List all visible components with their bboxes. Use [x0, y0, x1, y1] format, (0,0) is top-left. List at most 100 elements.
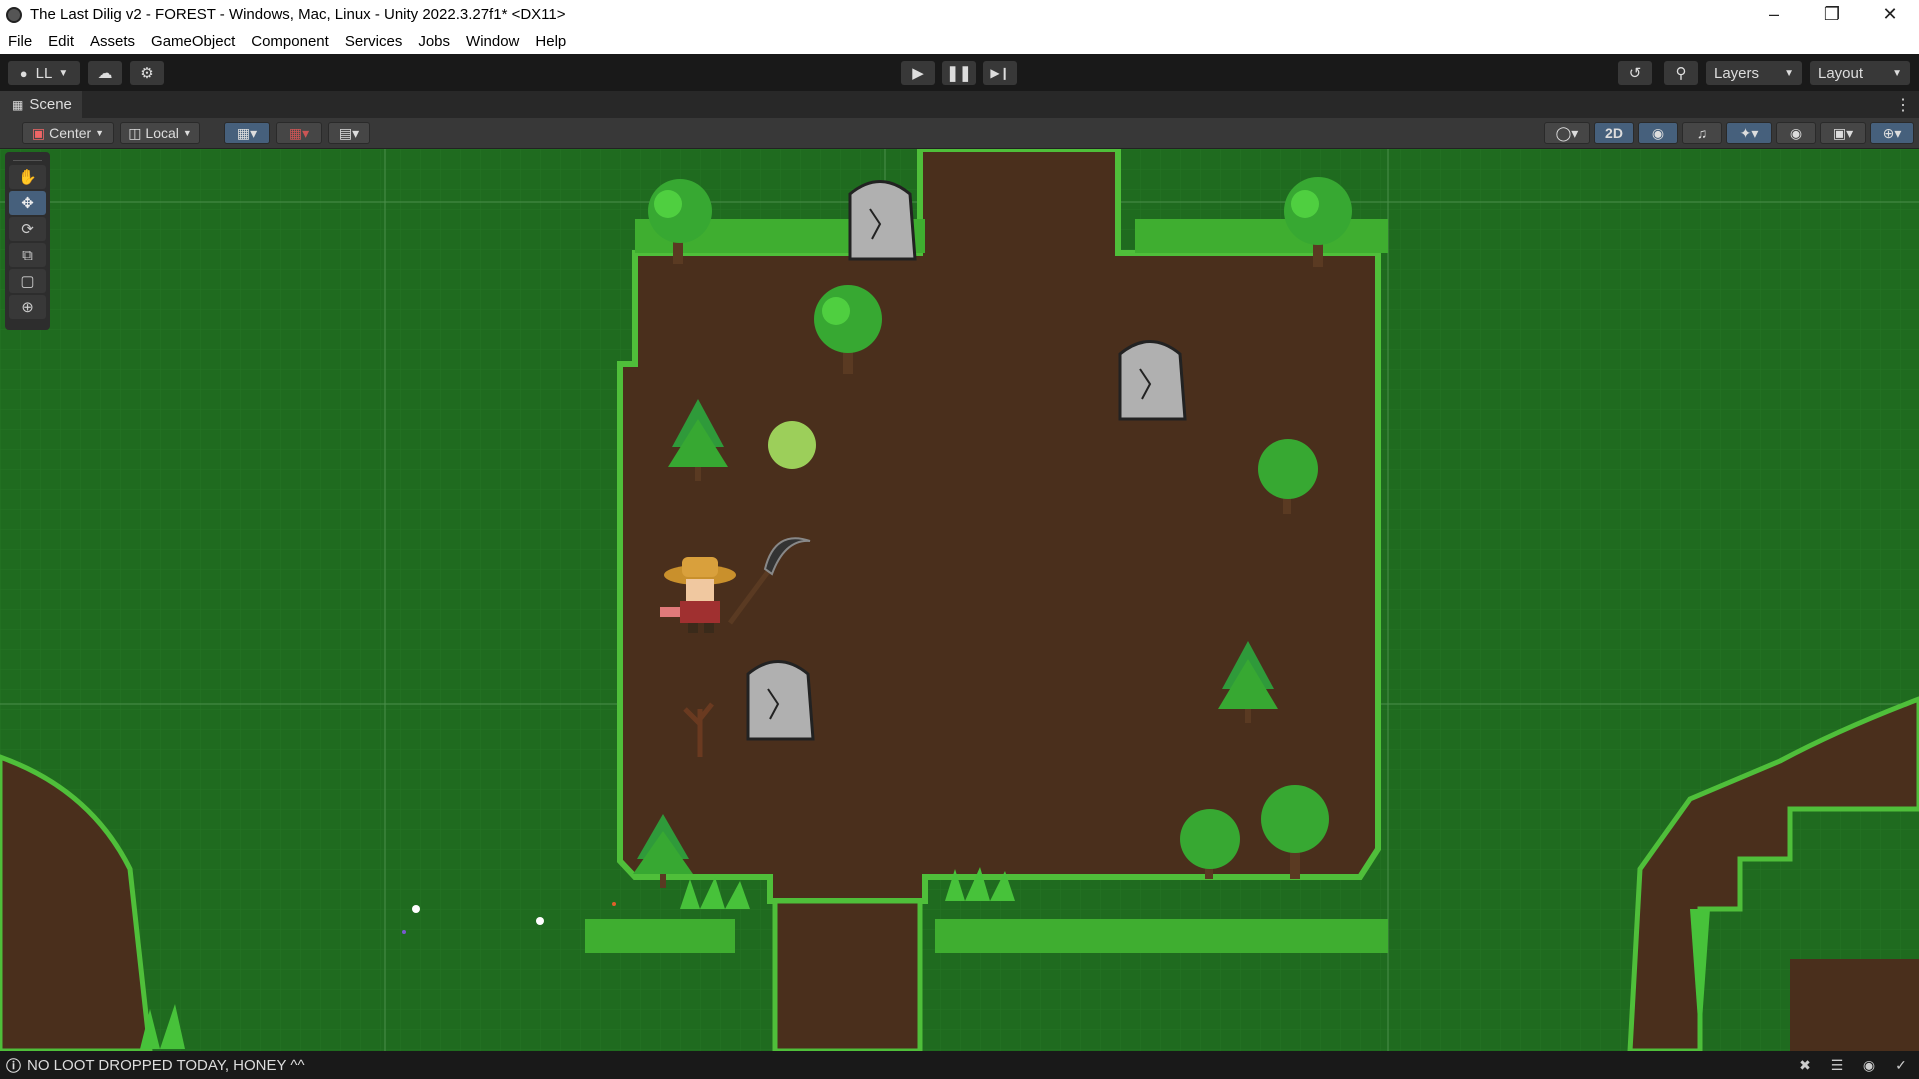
chevron-down-icon: ▼: [182, 128, 192, 138]
incremental-snap-toggle[interactable]: ▦▾: [276, 122, 322, 144]
chevron-down-icon: ▼: [95, 128, 105, 138]
light-bulb-icon: ◉: [1651, 124, 1665, 141]
chevron-down-icon: ▼: [1892, 67, 1902, 79]
play-icon: ▶: [912, 65, 924, 82]
minimize-icon[interactable]: –: [1745, 0, 1803, 29]
pivot-dropdown[interactable]: ▣ Center ▼: [22, 122, 114, 144]
menu-help[interactable]: Help: [527, 33, 574, 50]
scene-canvas: [0, 149, 1919, 1051]
small-sprite: [536, 917, 544, 925]
settings-button[interactable]: ⚙: [130, 61, 164, 85]
small-sprite: [612, 902, 616, 906]
info-icon: ⓘ: [6, 1057, 22, 1075]
scale-tool-icon: ⧉: [22, 246, 33, 264]
pivot-icon: ▣: [31, 124, 46, 141]
rect-tool[interactable]: ▢: [9, 269, 46, 293]
account-label: LL: [35, 64, 53, 82]
mode-2d-toggle[interactable]: 2D: [1594, 122, 1634, 144]
gizmos-icon: ⊕▾: [1882, 124, 1902, 141]
menu-gameobject[interactable]: GameObject: [143, 33, 243, 50]
grid-visibility-icon: ▤▾: [338, 124, 360, 141]
local-space-icon: ◫: [128, 124, 142, 141]
snap-grid-icon: ▦▾: [236, 124, 258, 141]
cloud-button[interactable]: ☁: [88, 61, 122, 85]
history-button[interactable]: ↺: [1618, 61, 1652, 85]
gizmos-dropdown[interactable]: ⊕▾: [1870, 122, 1914, 144]
window-titlebar: The Last Dilig v2 - FOREST - Windows, Ma…: [0, 0, 1919, 29]
grid-snapping-toggle[interactable]: ▦▾: [224, 122, 270, 144]
status-message[interactable]: NO LOOT DROPPED TODAY, HONEY ^^: [27, 1057, 305, 1074]
gravestone: [1118, 340, 1187, 421]
camera-dropdown[interactable]: ▣▾: [1820, 122, 1866, 144]
rotate-tool-icon: ⟳: [21, 221, 34, 238]
audio-toggle[interactable]: ♫: [1682, 122, 1722, 144]
scene-viewport[interactable]: [0, 149, 1919, 1051]
transform-tool-icon: ⊕: [21, 299, 34, 316]
eye-slash-icon: ◉: [1789, 124, 1803, 141]
close-icon[interactable]: ✕: [1861, 0, 1919, 29]
space-dropdown[interactable]: ◫ Local ▼: [120, 122, 200, 144]
layout-label: Layout: [1818, 64, 1864, 82]
grass-tuft: [945, 867, 1015, 901]
chevron-down-icon: ▼: [1784, 67, 1794, 79]
more-options-icon[interactable]: ⋮: [1895, 95, 1911, 115]
gravestone: [848, 180, 917, 261]
restore-icon[interactable]: ❐: [1803, 0, 1861, 29]
scale-tool[interactable]: ⧉: [9, 243, 46, 267]
hidden-objects-toggle[interactable]: ◉: [1776, 122, 1816, 144]
menu-assets[interactable]: Assets: [82, 33, 143, 50]
draw-mode-dropdown[interactable]: ◯▾: [1544, 122, 1590, 144]
search-button[interactable]: ⚲: [1664, 61, 1698, 85]
gravestone: [746, 660, 815, 741]
menu-services[interactable]: Services: [337, 33, 411, 50]
rect-tool-icon: ▢: [20, 273, 35, 290]
scene-tab-label: Scene: [29, 96, 72, 113]
layers-dropdown[interactable]: Layers ▼: [1706, 61, 1802, 85]
transform-tool[interactable]: ⊕: [9, 295, 46, 319]
tools-overlay: ✋ ✥ ⟳ ⧉ ▢ ⊕: [5, 152, 50, 330]
pivot-label: Center: [49, 125, 92, 141]
effects-icon: ✦▾: [1739, 124, 1759, 141]
lighting-toggle[interactable]: ◉: [1638, 122, 1678, 144]
scene-toolbar: ▣ Center ▼ ◫ Local ▼ ▦▾ ▦▾ ▤▾ ◯▾ 2D ◉ ♫ …: [0, 118, 1919, 149]
grid-visibility-dropdown[interactable]: ▤▾: [328, 122, 370, 144]
audio-mute-icon: ♫: [1696, 125, 1708, 141]
debug-icon[interactable]: ✖: [1795, 1055, 1815, 1075]
snap-increment-icon: ▦▾: [288, 124, 310, 141]
layout-dropdown[interactable]: Layout ▼: [1810, 61, 1910, 85]
effects-dropdown[interactable]: ✦▾: [1726, 122, 1772, 144]
progress-icon[interactable]: ☰: [1827, 1055, 1847, 1075]
menu-file[interactable]: File: [0, 33, 40, 50]
tab-scene[interactable]: ▦ Scene: [0, 91, 82, 118]
cloud-icon: ☁: [97, 65, 113, 82]
history-icon: ↺: [1628, 65, 1642, 82]
check-icon[interactable]: ✓: [1891, 1055, 1911, 1075]
rotate-tool[interactable]: ⟳: [9, 217, 46, 241]
search-icon: ⚲: [1675, 65, 1687, 82]
account-dropdown[interactable]: ● LL ▼: [8, 61, 80, 85]
pause-button[interactable]: ❚❚: [942, 61, 976, 85]
grid-icon: ▦: [12, 97, 24, 112]
settings-icon: ⚙: [140, 65, 154, 82]
overlay-handle[interactable]: [13, 154, 42, 161]
chevron-down-icon: ▼: [58, 67, 69, 79]
account-icon: ●: [19, 65, 28, 81]
play-button[interactable]: ▶: [901, 61, 935, 85]
scene-tab-bar: ▦ Scene ⋮: [0, 91, 1919, 119]
pause-icon: ❚❚: [946, 65, 972, 82]
menu-window[interactable]: Window: [458, 33, 527, 50]
move-tool[interactable]: ✥: [9, 191, 46, 215]
menu-component[interactable]: Component: [243, 33, 337, 50]
step-button[interactable]: ▶❙: [983, 61, 1017, 85]
status-bar: ⓘ NO LOOT DROPPED TODAY, HONEY ^^ ✖ ☰ ◉ …: [0, 1051, 1919, 1079]
menu-edit[interactable]: Edit: [40, 33, 82, 50]
cache-icon[interactable]: ◉: [1859, 1055, 1879, 1075]
small-sprite: [402, 930, 406, 934]
menu-jobs[interactable]: Jobs: [410, 33, 458, 50]
mode-2d-label: 2D: [1605, 125, 1623, 141]
layers-label: Layers: [1714, 64, 1760, 82]
hand-tool[interactable]: ✋: [9, 165, 46, 189]
main-toolbar: ● LL ▼ ☁ ⚙ ▶ ❚❚ ▶❙ ↺ ⚲ Layers ▼ Layout ▼: [0, 54, 1919, 91]
step-icon: ▶❙: [990, 66, 1010, 80]
move-tool-icon: ✥: [21, 195, 34, 212]
